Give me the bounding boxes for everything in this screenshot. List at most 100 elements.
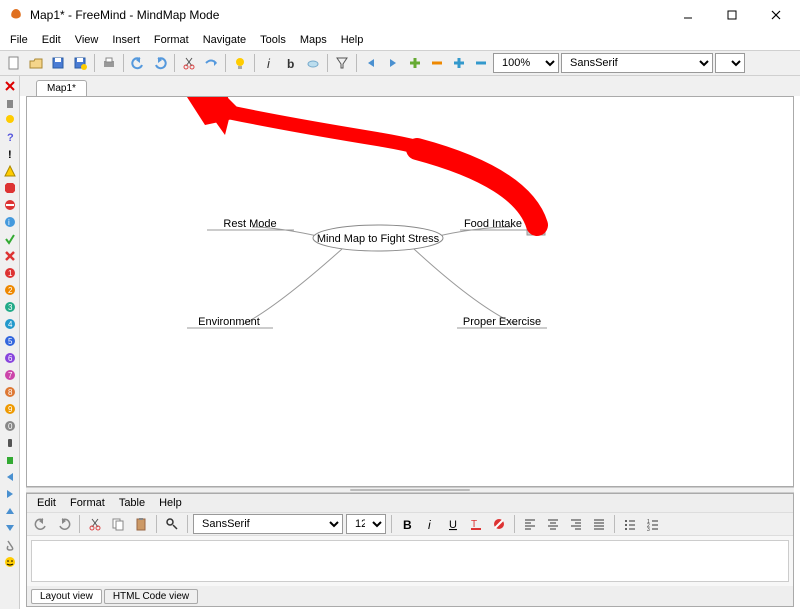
menu-help[interactable]: Help: [335, 32, 370, 48]
child-node-0[interactable]: Rest Mode: [223, 218, 276, 230]
close-button[interactable]: [760, 3, 792, 27]
print-icon[interactable]: [99, 53, 119, 73]
warning-icon[interactable]: [2, 163, 18, 179]
root-node[interactable]: Mind Map to Fight Stress: [317, 233, 440, 245]
right-arrow-icon[interactable]: [383, 53, 403, 73]
child-node-3[interactable]: Proper Exercise: [463, 316, 541, 328]
not-ok-icon[interactable]: [2, 248, 18, 264]
filter-icon[interactable]: [332, 53, 352, 73]
note-number-list-icon[interactable]: 123: [643, 514, 663, 534]
note-find-icon[interactable]: [162, 514, 182, 534]
svg-text:3: 3: [647, 527, 650, 531]
trash-icon[interactable]: [2, 95, 18, 111]
maximize-button[interactable]: [716, 3, 748, 27]
note-menu-format[interactable]: Format: [64, 496, 111, 510]
priority-2-icon[interactable]: 2: [2, 282, 18, 298]
menu-tools[interactable]: Tools: [254, 32, 292, 48]
mindmap-canvas[interactable]: Mind Map to Fight Stress Rest Mode Food …: [26, 96, 794, 487]
note-tab-html[interactable]: HTML Code view: [104, 589, 198, 604]
cloud-icon[interactable]: [303, 53, 323, 73]
priority-6-icon[interactable]: 6: [2, 350, 18, 366]
document-tab[interactable]: Map1*: [36, 80, 87, 96]
up-icon[interactable]: [2, 503, 18, 519]
down-icon[interactable]: [2, 520, 18, 536]
font-family-combo[interactable]: SansSerif: [561, 53, 713, 73]
add-node-icon[interactable]: [405, 53, 425, 73]
open-icon[interactable]: [26, 53, 46, 73]
battery-icon[interactable]: [2, 452, 18, 468]
idea-icon[interactable]: [230, 53, 250, 73]
note-menu-edit[interactable]: Edit: [31, 496, 62, 510]
note-italic-icon[interactable]: i: [420, 514, 440, 534]
note-underline-icon[interactable]: U: [443, 514, 463, 534]
menu-format[interactable]: Format: [148, 32, 195, 48]
priority-9-icon[interactable]: 9: [2, 401, 18, 417]
note-copy-icon[interactable]: [108, 514, 128, 534]
zoom-combo[interactable]: 100%: [493, 53, 559, 73]
info-icon[interactable]: i: [2, 214, 18, 230]
note-clear-format-icon[interactable]: [489, 514, 509, 534]
priority-8-icon[interactable]: 8: [2, 384, 18, 400]
phone-icon[interactable]: [2, 435, 18, 451]
menu-insert[interactable]: Insert: [106, 32, 146, 48]
remove-last-icon[interactable]: [2, 78, 18, 94]
child-node-2[interactable]: Environment: [198, 316, 260, 328]
cut-icon[interactable]: [179, 53, 199, 73]
menu-edit[interactable]: Edit: [36, 32, 67, 48]
note-bullet-list-icon[interactable]: [620, 514, 640, 534]
saveas-icon[interactable]: [70, 53, 90, 73]
note-paste-icon[interactable]: [131, 514, 151, 534]
child-node-1[interactable]: Food Intake: [464, 218, 522, 230]
italic-icon[interactable]: i: [259, 53, 279, 73]
note-cut-icon[interactable]: [85, 514, 105, 534]
back-icon[interactable]: [2, 469, 18, 485]
forward-icon[interactable]: [2, 486, 18, 502]
smiley-icon[interactable]: [2, 554, 18, 570]
attach-icon[interactable]: [2, 537, 18, 553]
save-icon[interactable]: [48, 53, 68, 73]
menu-view[interactable]: View: [69, 32, 105, 48]
note-font-color-icon[interactable]: T: [466, 514, 486, 534]
note-textarea[interactable]: [31, 540, 789, 582]
panel-splitter[interactable]: [26, 487, 794, 493]
question-icon[interactable]: ?: [2, 129, 18, 145]
minimize-button[interactable]: [672, 3, 704, 27]
note-align-left-icon[interactable]: [520, 514, 540, 534]
note-menu-table[interactable]: Table: [113, 496, 151, 510]
new-icon[interactable]: [4, 53, 24, 73]
stop-icon[interactable]: [2, 180, 18, 196]
priority-7-icon[interactable]: 7: [2, 367, 18, 383]
note-align-justify-icon[interactable]: [589, 514, 609, 534]
redo-icon[interactable]: [150, 53, 170, 73]
left-arrow-icon[interactable]: [361, 53, 381, 73]
menu-maps[interactable]: Maps: [294, 32, 333, 48]
note-menu-help[interactable]: Help: [153, 496, 188, 510]
priority-5-icon[interactable]: 5: [2, 333, 18, 349]
note-tab-layout[interactable]: Layout view: [31, 589, 102, 604]
menu-navigate[interactable]: Navigate: [197, 32, 252, 48]
note-bold-icon[interactable]: B: [397, 514, 417, 534]
font-size-combo[interactable]: 12: [715, 53, 745, 73]
no-icon[interactable]: [2, 197, 18, 213]
menu-file[interactable]: File: [4, 32, 34, 48]
priority-4-icon[interactable]: 4: [2, 316, 18, 332]
priority-0-icon[interactable]: 0: [2, 418, 18, 434]
bold-icon[interactable]: b: [281, 53, 301, 73]
priority-3-icon[interactable]: 3: [2, 299, 18, 315]
important-icon[interactable]: !: [2, 146, 18, 162]
priority-1-icon[interactable]: 1: [2, 265, 18, 281]
note-font-family-combo[interactable]: SansSerif: [193, 514, 343, 534]
remove-child-icon[interactable]: [471, 53, 491, 73]
idea-sidebar-icon[interactable]: [2, 112, 18, 128]
add-child-icon[interactable]: [449, 53, 469, 73]
nextmap-icon[interactable]: [201, 53, 221, 73]
note-align-center-icon[interactable]: [543, 514, 563, 534]
ok-icon[interactable]: [2, 231, 18, 247]
remove-node-icon[interactable]: [427, 53, 447, 73]
note-align-right-icon[interactable]: [566, 514, 586, 534]
note-menubar: Edit Format Table Help: [27, 494, 793, 512]
note-undo-icon[interactable]: [31, 514, 51, 534]
note-redo-icon[interactable]: [54, 514, 74, 534]
undo-icon[interactable]: [128, 53, 148, 73]
note-font-size-combo[interactable]: 12: [346, 514, 386, 534]
